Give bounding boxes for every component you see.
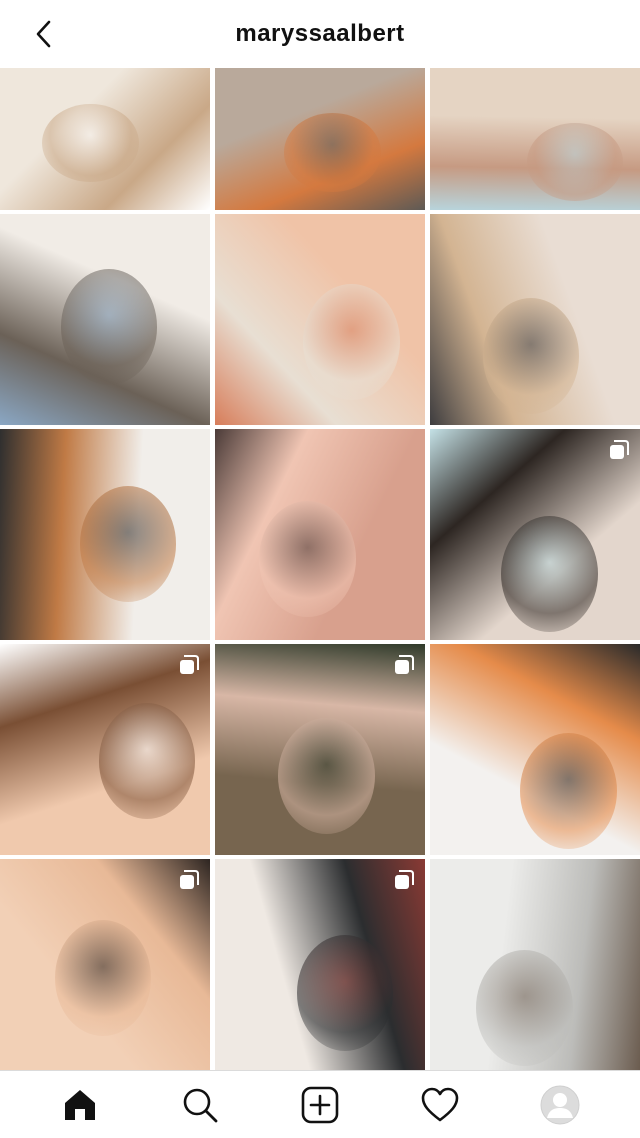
kitchen-island-photo[interactable] xyxy=(0,68,210,210)
carousel-icon xyxy=(180,655,199,674)
kitchen-shelves-portrait-photo[interactable] xyxy=(0,214,210,425)
toys-gift-photo[interactable] xyxy=(430,644,640,855)
kitchen-sink-window-photo[interactable] xyxy=(430,859,640,1070)
peach-bedroom-corner-photo[interactable] xyxy=(0,644,210,855)
photo-subject xyxy=(284,113,381,192)
profile-username: maryssaalbert xyxy=(235,20,405,47)
home-icon xyxy=(65,1089,95,1120)
toddler-on-rug-photo[interactable] xyxy=(215,68,425,210)
nav-new-post[interactable] xyxy=(288,1073,352,1137)
carousel-icon xyxy=(610,440,629,459)
photo-subject xyxy=(296,934,394,1051)
family-selfie-photo[interactable] xyxy=(430,429,640,640)
new-post-icon xyxy=(301,1086,339,1123)
carousel-icon xyxy=(395,655,414,674)
carousel-icon xyxy=(180,870,199,889)
carousel-icon xyxy=(395,870,414,889)
nav-search[interactable] xyxy=(168,1073,232,1137)
nav-activity[interactable] xyxy=(408,1073,472,1137)
bottom-navigation xyxy=(0,1070,640,1138)
hug-closeup-photo[interactable] xyxy=(430,68,640,210)
mom-hugging-child-photo[interactable] xyxy=(215,859,425,1070)
photo-subject xyxy=(98,703,196,820)
photo-subject xyxy=(501,515,598,632)
girls-bedroom-photo[interactable] xyxy=(215,214,425,425)
photo-subject xyxy=(303,283,400,400)
nav-profile[interactable] xyxy=(528,1073,592,1137)
pink-camera-photo[interactable] xyxy=(215,429,425,640)
nav-home[interactable] xyxy=(48,1073,112,1137)
photo-subject xyxy=(476,949,573,1066)
photo-subject xyxy=(54,920,152,1037)
photo-subject xyxy=(259,500,356,617)
photo-subject xyxy=(526,123,624,202)
top-bar: maryssaalbert xyxy=(0,0,640,68)
photo-subject xyxy=(42,103,139,182)
two-sisters-photo[interactable] xyxy=(430,214,640,425)
wall-quote-bedroom-photo[interactable] xyxy=(0,859,210,1070)
photo-subject xyxy=(278,717,375,834)
search-icon xyxy=(183,1088,218,1122)
front-porch-kids-photo[interactable] xyxy=(215,644,425,855)
photo-subject xyxy=(482,298,580,415)
mirror-selfie-photo[interactable] xyxy=(0,429,210,640)
photo-subject xyxy=(60,268,158,385)
posts-grid xyxy=(0,68,640,1070)
activity-heart-icon xyxy=(421,1087,459,1121)
profile-avatar-icon xyxy=(540,1085,580,1124)
photo-subject xyxy=(520,732,617,849)
photo-subject xyxy=(79,485,177,603)
